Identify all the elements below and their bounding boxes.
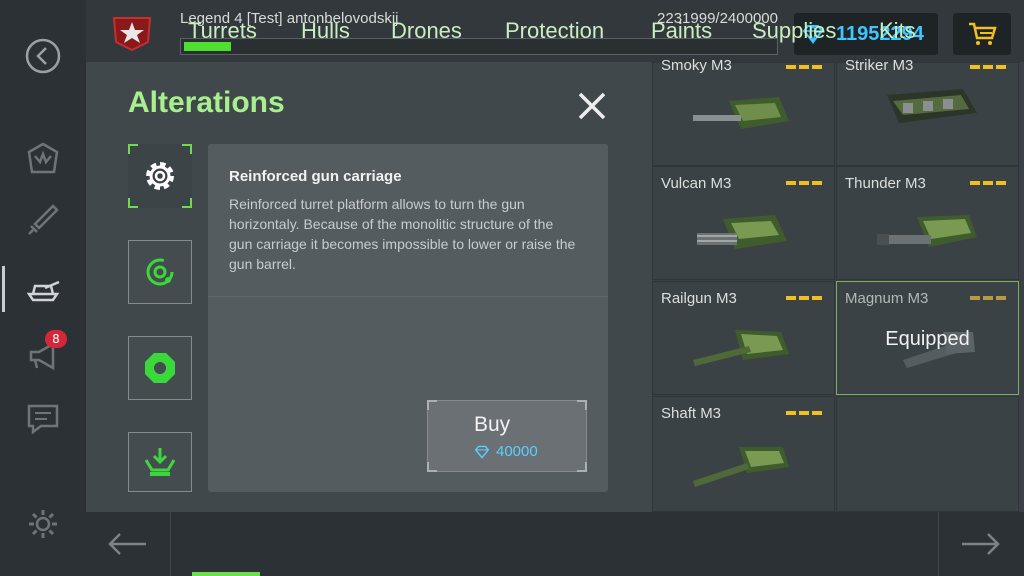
chat-icon <box>27 404 59 435</box>
turret-card-shaft[interactable]: Shaft M3 <box>652 396 835 512</box>
turret-card-striker[interactable]: Striker M3 <box>836 57 1019 166</box>
turret-grid: Smoky M3 Striker M3 Vulcan M3 Thunder M3… <box>652 57 1024 512</box>
turret-image <box>877 215 977 247</box>
sidebar-news-button[interactable] <box>0 326 86 386</box>
active-tab-indicator <box>192 572 260 576</box>
turret-name: Thunder M3 <box>845 175 926 192</box>
panel-divider <box>208 296 608 297</box>
tab-paints[interactable]: Paints <box>651 18 712 44</box>
equipped-label: Equipped <box>885 328 970 350</box>
alteration-description: Reinforced turret platform allows to tur… <box>229 196 576 272</box>
buy-price-row: 40000 <box>474 443 538 460</box>
turret-image <box>887 89 977 123</box>
sidebar-battle-button[interactable] <box>0 190 86 250</box>
upgrade-level-dots <box>786 411 822 415</box>
turret-card-smoky[interactable]: Smoky M3 <box>652 57 835 166</box>
download-box-icon <box>144 448 176 476</box>
turret-name: Railgun M3 <box>661 290 737 307</box>
turret-name: Shaft M3 <box>661 405 722 422</box>
selection-corner <box>128 144 138 154</box>
upgrade-level-dots <box>786 296 822 300</box>
tab-kits[interactable]: Kits <box>879 18 916 44</box>
empty-slot <box>836 396 1019 512</box>
upgrade-level-dots <box>970 181 1006 185</box>
selection-corner <box>182 198 192 208</box>
gear-rotate-icon <box>146 258 174 286</box>
tab-protection[interactable]: Protection <box>505 18 604 44</box>
tab-supplies[interactable]: Supplies <box>752 18 836 44</box>
back-icon <box>25 38 61 74</box>
buy-button[interactable]: Buy 40000 <box>427 400 587 472</box>
rank-star-icon <box>112 17 152 52</box>
upgrade-level-dots <box>970 296 1006 300</box>
turret-card-railgun[interactable]: Railgun M3 <box>652 281 835 395</box>
shop-cart-button[interactable] <box>953 13 1011 55</box>
turret-card-vulcan[interactable]: Vulcan M3 <box>652 166 835 280</box>
alteration-mechanism-button[interactable] <box>128 240 192 304</box>
sidebar-settings-button[interactable] <box>0 494 86 554</box>
gear-icon <box>146 162 174 190</box>
back-button[interactable] <box>0 26 86 86</box>
button-corner <box>577 400 587 410</box>
turret-card-thunder[interactable]: Thunder M3 <box>836 166 1019 280</box>
modal-title: Alterations <box>128 86 285 119</box>
alteration-armor-button[interactable] <box>128 336 192 400</box>
alteration-title: Reinforced gun carriage <box>229 168 402 185</box>
turret-name: Smoky M3 <box>661 57 732 74</box>
garage-icon <box>27 142 59 174</box>
turret-name: Vulcan M3 <box>661 175 732 192</box>
buy-price: 40000 <box>496 443 538 460</box>
turret-name: Magnum M3 <box>845 290 929 307</box>
arrow-right-icon[interactable] <box>958 526 1002 562</box>
alteration-download-button[interactable] <box>128 432 192 492</box>
battle-sword-icon <box>28 204 59 235</box>
selection-corner <box>128 198 138 208</box>
upgrade-level-dots <box>786 65 822 69</box>
tab-separator <box>170 512 171 576</box>
tab-separator <box>938 512 939 576</box>
settings-icon <box>29 510 57 538</box>
turret-image <box>693 97 789 129</box>
turret-image <box>693 330 789 366</box>
tab-drones[interactable]: Drones <box>391 18 462 44</box>
notification-badge: 8 <box>45 330 67 348</box>
tank-icon <box>26 280 60 302</box>
turret-card-magnum[interactable]: Magnum M3 Equipped <box>836 281 1019 395</box>
buy-label: Buy <box>474 413 511 436</box>
turret-image <box>693 447 789 487</box>
turret-image <box>697 215 787 249</box>
tab-hulls[interactable]: Hulls <box>301 18 350 44</box>
sidebar-garage-button[interactable] <box>0 128 86 188</box>
octagon-icon <box>145 353 175 383</box>
upgrade-level-dots <box>970 65 1006 69</box>
category-tab-bar <box>86 512 1024 576</box>
sidebar-chat-button[interactable] <box>0 388 86 448</box>
upgrade-level-dots <box>786 181 822 185</box>
sidebar-tank-button[interactable] <box>0 258 86 318</box>
selection-corner <box>182 144 192 154</box>
alteration-gun-carriage-button[interactable] <box>128 144 192 208</box>
crystal-icon <box>474 445 490 459</box>
turret-name: Striker M3 <box>845 57 914 74</box>
button-corner <box>427 400 437 410</box>
button-corner <box>577 462 587 472</box>
button-corner <box>427 462 437 472</box>
cart-icon <box>969 22 997 45</box>
close-icon[interactable] <box>574 88 610 124</box>
tab-turrets[interactable]: Turrets <box>188 18 257 44</box>
arrow-left-icon[interactable] <box>106 526 150 562</box>
